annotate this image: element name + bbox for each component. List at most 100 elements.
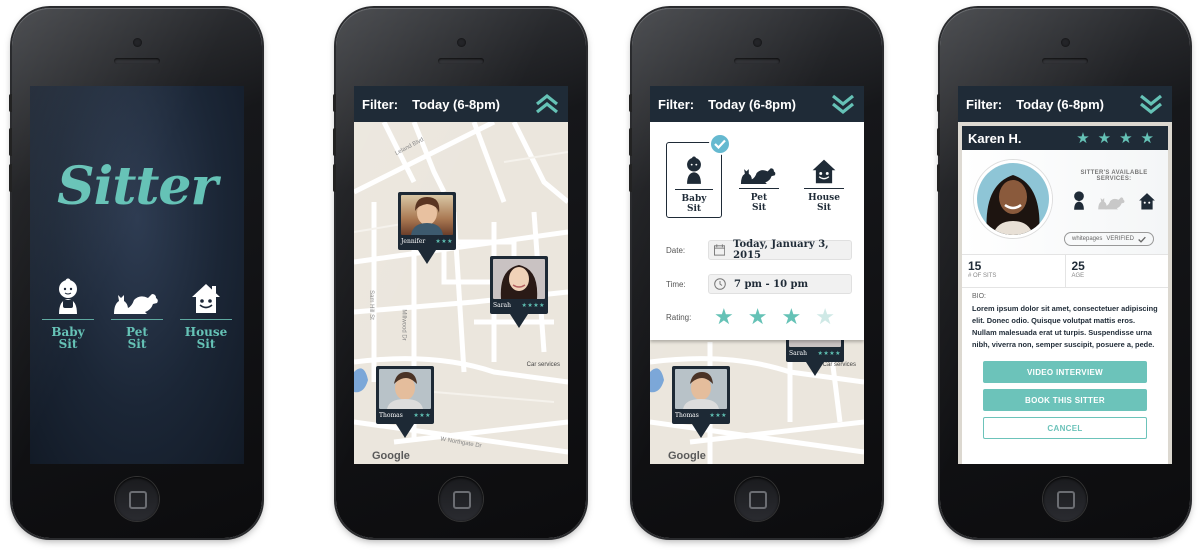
- service-option-house-sit[interactable]: House Sit: [796, 142, 852, 218]
- stat-sits: 15 # OF SITS: [968, 259, 997, 279]
- service-divider: [42, 319, 94, 320]
- map-view[interactable]: Leland Blvd Sam Hill St Millwood Dr W No…: [354, 122, 568, 464]
- phone-map: Filter: Today (6-8pm) Leland Blvd Sam Hi…: [333, 8, 586, 538]
- house-icon: [1139, 193, 1156, 210]
- sitter-stars: ★★★: [709, 412, 727, 419]
- book-sitter-button[interactable]: BOOK THIS SITTER: [983, 389, 1147, 411]
- time-field[interactable]: 7 pm - 10 pm: [708, 274, 852, 294]
- phone-filter: Filter: Today (6-8pm) Sarah ★★★★ Thomas ★: [629, 8, 882, 538]
- home-button[interactable]: [1043, 477, 1087, 521]
- front-camera: [1061, 38, 1070, 47]
- front-camera: [753, 38, 762, 47]
- house-icon: [796, 148, 852, 184]
- service-pet-sit[interactable]: Pet Sit: [107, 276, 167, 350]
- front-camera: [133, 38, 142, 47]
- sitter-photo: [493, 259, 545, 299]
- filter-screen: Filter: Today (6-8pm) Sarah ★★★★ Thomas ★: [650, 86, 864, 464]
- time-label: Time:: [666, 279, 686, 289]
- rating-label: Rating:: [666, 312, 692, 322]
- sitter-pin-thomas[interactable]: Thomas ★★★: [672, 366, 730, 438]
- service-divider: [111, 319, 163, 320]
- sitter-pin-sarah[interactable]: Sarah ★★★★: [490, 256, 548, 328]
- splash-screen: Sitter Baby Sit Pet Sit House Sit: [30, 86, 244, 464]
- home-button[interactable]: [439, 477, 483, 521]
- time-row: Time: 7 pm - 10 pm: [666, 274, 852, 294]
- profile-summary: SITTER'S AVAILABLE SERVICES: whitepages …: [962, 150, 1168, 254]
- star-icon[interactable]: ★: [815, 306, 835, 328]
- phone-splash: Sitter Baby Sit Pet Sit House Sit: [9, 8, 262, 538]
- filter-label: Filter:: [362, 96, 399, 112]
- cancel-button[interactable]: CANCEL: [983, 417, 1147, 439]
- date-row: Date: Today, January 3, 2015: [666, 239, 852, 261]
- sitter-pin-thomas[interactable]: Thomas ★★★: [376, 366, 434, 438]
- star-icon[interactable]: ★: [781, 306, 801, 328]
- mute-switch: [937, 94, 940, 112]
- clock-icon: [714, 278, 726, 290]
- volume-up-button: [9, 128, 12, 156]
- front-camera: [457, 38, 466, 47]
- google-logo: Google: [372, 450, 410, 462]
- calendar-icon: [714, 244, 726, 256]
- baby-icon: [667, 149, 721, 185]
- sitter-photo: [675, 369, 727, 409]
- available-services: SITTER'S AVAILABLE SERVICES:: [1066, 170, 1162, 210]
- volume-up-button: [937, 128, 940, 156]
- sitter-name: Sarah: [493, 301, 511, 309]
- filter-value: Today (6-8pm): [1016, 96, 1105, 112]
- sitter-pin-jennifer[interactable]: Jennifer ★★★: [398, 192, 456, 264]
- service-divider: [675, 189, 713, 190]
- date-field[interactable]: Today, January 3, 2015: [708, 239, 852, 261]
- filter-bar[interactable]: Filter: Today (6-8pm): [354, 86, 568, 122]
- service-baby-sit[interactable]: Baby Sit: [38, 276, 98, 350]
- car-services-label: Car services: [526, 362, 560, 368]
- service-house-sit[interactable]: House Sit: [176, 276, 236, 350]
- chevron-down-icon[interactable]: [1138, 92, 1164, 116]
- stat-age: 25 AGE: [1064, 255, 1169, 287]
- service-selector: Baby Sit Pet Sit House Sit: [666, 133, 852, 218]
- filter-bar[interactable]: Filter: Today (6-8pm): [650, 86, 864, 122]
- sitter-stars: ★★★: [435, 238, 453, 245]
- filter-bar[interactable]: Filter: Today (6-8pm): [958, 86, 1172, 122]
- profile-screen: Filter: Today (6-8pm) Karen H. ★★★★ SITT…: [958, 86, 1172, 464]
- service-option-pet-sit[interactable]: Pet Sit: [731, 142, 787, 218]
- pets-icon: [731, 148, 787, 184]
- house-icon: [176, 276, 236, 314]
- service-option-baby-sit[interactable]: Baby Sit: [666, 133, 731, 218]
- sitter-stars: ★★★★: [817, 350, 841, 357]
- sitter-stars: ★★★★: [1076, 130, 1162, 147]
- rating-selector[interactable]: ★ ★ ★ ★: [708, 306, 835, 328]
- star-icon[interactable]: ★: [714, 306, 734, 328]
- chevron-up-icon[interactable]: [534, 92, 560, 116]
- volume-down-button: [333, 164, 336, 192]
- video-interview-button[interactable]: VIDEO INTERVIEW: [983, 361, 1147, 383]
- baby-icon: [1073, 191, 1084, 210]
- filter-value: Today (6-8pm): [412, 96, 501, 112]
- volume-up-button: [333, 128, 336, 156]
- rating-row: Rating: ★ ★ ★ ★: [666, 306, 852, 328]
- volume-up-button: [629, 128, 632, 156]
- service-divider: [804, 188, 844, 189]
- star-icon[interactable]: ★: [748, 306, 768, 328]
- sitter-name: Thomas: [379, 411, 403, 419]
- sitter-name: Karen H.: [968, 130, 1022, 146]
- home-button[interactable]: [115, 477, 159, 521]
- pets-icon: [107, 276, 167, 314]
- sitter-stars: ★★★: [413, 412, 431, 419]
- bio-text: Lorem ipsum dolor sit amet, consectetuer…: [972, 304, 1158, 349]
- mute-switch: [629, 94, 632, 112]
- mute-switch: [9, 94, 12, 112]
- filter-label: Filter:: [658, 96, 695, 112]
- earpiece-speaker: [114, 58, 160, 64]
- app-logo: Sitter: [57, 156, 218, 217]
- chevron-down-icon[interactable]: [830, 92, 856, 116]
- home-button[interactable]: [735, 477, 779, 521]
- service-label: Pet Sit: [750, 193, 768, 213]
- date-label: Date:: [666, 245, 686, 255]
- service-label: House Sit: [184, 325, 228, 351]
- service-label: Pet Sit: [126, 325, 148, 351]
- sitter-photo: [379, 369, 431, 409]
- profile-header: Karen H. ★★★★: [962, 126, 1168, 150]
- sitter-profile-card: Karen H. ★★★★ SITTER'S AVAILABLE SERVICE…: [962, 126, 1168, 464]
- earpiece-speaker: [1042, 58, 1088, 64]
- filter-value: Today (6-8pm): [708, 96, 797, 112]
